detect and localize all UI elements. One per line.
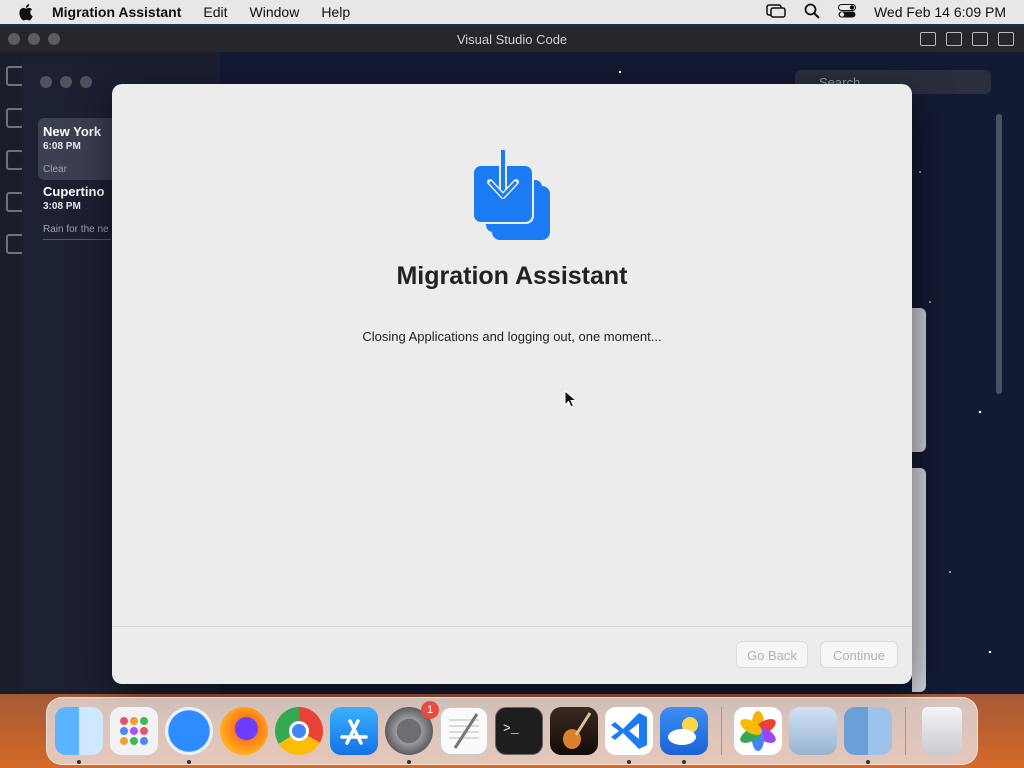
running-indicator [682,760,686,764]
location-condition: Clear [43,164,67,175]
screen-mirroring-icon[interactable] [766,3,786,21]
running-indicator [407,760,411,764]
photos-icon[interactable] [734,707,782,755]
garageband-icon[interactable] [550,707,598,755]
menu-bar: Migration Assistant Edit Window Help Wed… [0,0,1024,24]
location-condition: Rain for the ne [43,224,109,235]
app-store-icon[interactable] [330,707,378,755]
menu-edit[interactable]: Edit [203,4,227,20]
svg-text:>_: >_ [503,721,519,736]
background-panel [912,308,926,452]
chrome-icon[interactable] [275,707,323,755]
weather-icon[interactable] [660,707,708,764]
menu-clock[interactable]: Wed Feb 14 6:09 PM [874,4,1006,20]
running-indicator [627,760,631,764]
toggle-primary-sidebar-icon[interactable] [920,32,936,46]
control-center-icon[interactable] [837,3,856,21]
menu-window[interactable]: Window [250,4,300,20]
continue-button[interactable]: Continue [820,641,898,668]
dock-divider [905,707,906,755]
scrollbar[interactable] [996,114,1002,394]
finder-icon[interactable] [55,707,103,764]
zoom-button[interactable] [80,76,92,88]
toggle-secondary-sidebar-icon[interactable] [972,32,988,46]
location-card-new-york[interactable]: New York 6:08 PM Clear [38,118,117,180]
apple-menu-icon[interactable] [18,3,36,21]
close-button[interactable] [40,76,52,88]
system-settings-icon[interactable]: 1 [385,701,439,764]
activity-bar [0,52,24,694]
location-city: Cupertino [43,184,105,199]
running-indicator [187,760,191,764]
minimize-button[interactable] [60,76,72,88]
vscode-icon[interactable] [605,707,653,764]
divider [43,239,111,240]
firefox-icon[interactable] [220,707,268,755]
go-back-button[interactable]: Go Back [736,641,808,668]
location-city: New York [43,124,102,139]
customize-layout-icon[interactable] [998,32,1014,46]
dock: 1 >_ [46,697,978,765]
trash-icon[interactable] [922,707,962,755]
vscode-window-title: Visual Studio Code [456,31,568,47]
menu-app-name[interactable]: Migration Assistant [52,4,181,20]
weather-window-controls [40,76,92,88]
vscode-titlebar: Visual Studio Code [0,26,1024,52]
mouse-cursor-icon [564,389,578,408]
migration-assistant-window: Migration Assistant Closing Applications… [112,84,912,684]
spotlight-search-icon[interactable] [804,3,820,22]
toggle-panel-icon[interactable] [946,32,962,46]
preview-icon[interactable] [789,707,837,755]
notification-badge: 1 [421,701,439,719]
running-indicator [866,760,870,764]
dialog-footer-divider [112,626,912,627]
status-message: Closing Applications and logging out, on… [362,329,662,344]
migration-assistant-icon[interactable] [844,707,892,764]
background-panel [912,468,926,692]
running-indicator [77,760,81,764]
dialog-title: Migration Assistant [396,262,628,290]
migration-download-icon [472,150,552,242]
layout-controls [920,32,1014,46]
dock-divider [721,707,722,755]
terminal-icon[interactable]: >_ [495,707,543,755]
textedit-icon[interactable] [440,707,488,755]
launchpad-icon[interactable] [110,707,158,755]
location-time: 6:08 PM [43,141,81,152]
menu-help[interactable]: Help [321,4,350,20]
location-card-cupertino[interactable]: Cupertino 3:08 PM Rain for the ne [38,178,117,244]
safari-icon[interactable] [165,707,213,764]
location-time: 3:08 PM [43,201,81,212]
